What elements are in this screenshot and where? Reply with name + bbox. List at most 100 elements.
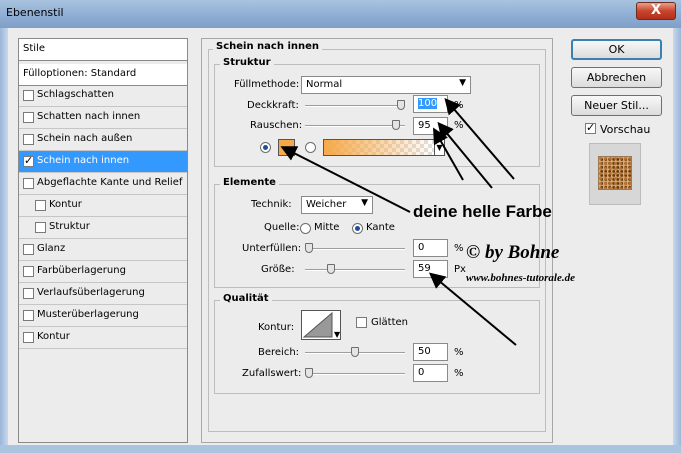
cancel-button[interactable]: Abbrechen bbox=[571, 67, 662, 88]
style-item-checkbox[interactable] bbox=[23, 332, 34, 343]
style-item-label: Struktur bbox=[49, 221, 90, 232]
size-input[interactable]: 59 bbox=[413, 260, 448, 278]
close-button[interactable]: X bbox=[636, 2, 676, 20]
blend-mode-select[interactable]: Normal ▼ bbox=[301, 76, 471, 94]
preview-label: Vorschau bbox=[600, 123, 651, 136]
size-slider-thumb[interactable] bbox=[327, 264, 336, 274]
style-item-checkbox[interactable] bbox=[23, 288, 34, 299]
style-item-checkbox[interactable] bbox=[23, 90, 34, 101]
style-item-checkbox[interactable] bbox=[23, 178, 34, 189]
contour-picker[interactable]: ▼ bbox=[301, 310, 341, 340]
style-item[interactable]: Farbüberlagerung bbox=[19, 261, 187, 283]
style-item-label: Abgeflachte Kante und Relief bbox=[37, 177, 183, 188]
style-item-checkbox[interactable] bbox=[23, 266, 34, 277]
style-item[interactable]: Kontur bbox=[19, 327, 187, 349]
blend-options-item[interactable]: Fülloptionen: Standard bbox=[19, 64, 187, 86]
qualitaet-legend: Qualität bbox=[220, 293, 272, 304]
jitter-slider-thumb[interactable] bbox=[305, 368, 313, 378]
size-slider[interactable] bbox=[305, 269, 405, 271]
antialias-label: Glätten bbox=[371, 317, 408, 328]
styles-header[interactable]: Stile bbox=[19, 39, 187, 61]
chevron-down-icon: ▼ bbox=[459, 78, 466, 88]
jitter-value: 0 bbox=[418, 367, 425, 378]
source-edge-label: Kante bbox=[366, 222, 395, 233]
opacity-slider[interactable] bbox=[305, 105, 405, 107]
style-preview bbox=[589, 143, 641, 205]
noise-slider[interactable] bbox=[305, 125, 405, 127]
contour-curve-icon: ▼ bbox=[302, 311, 341, 339]
source-edge-radio[interactable] bbox=[352, 223, 363, 234]
new-style-button[interactable]: Neuer Stil... bbox=[571, 95, 662, 116]
window-frame-right bbox=[673, 28, 681, 453]
style-item-checkbox[interactable] bbox=[23, 244, 34, 255]
inner-glow-panel: Schein nach innen Struktur Füllmethode: … bbox=[201, 38, 553, 443]
styles-header-label: Stile bbox=[23, 43, 45, 54]
style-item-label: Kontur bbox=[49, 199, 82, 210]
style-item[interactable]: Schein nach innen bbox=[19, 151, 187, 173]
style-item[interactable]: Schatten nach innen bbox=[19, 107, 187, 129]
gradient-dropdown[interactable]: ▼ bbox=[434, 139, 445, 156]
style-item-checkbox[interactable] bbox=[23, 134, 34, 145]
antialias-checkbox[interactable] bbox=[356, 317, 367, 328]
preview-thumbnail bbox=[598, 156, 632, 190]
dialog-body: Stile Fülloptionen: Standard Schlagschat… bbox=[8, 28, 673, 445]
style-item[interactable]: Schlagschatten bbox=[19, 85, 187, 107]
elemente-legend: Elemente bbox=[220, 177, 279, 188]
technique-select[interactable]: Weicher ▼ bbox=[301, 196, 373, 214]
range-unit: % bbox=[454, 347, 464, 358]
style-item[interactable]: Schein nach außen bbox=[19, 129, 187, 151]
range-input[interactable]: 50 bbox=[413, 343, 448, 361]
style-item[interactable]: Abgeflachte Kante und Relief bbox=[19, 173, 187, 195]
source-center-label: Mitte bbox=[314, 222, 340, 233]
gradient-radio[interactable] bbox=[305, 142, 316, 153]
style-item-checkbox[interactable] bbox=[23, 154, 34, 167]
style-item[interactable]: Verlaufsüberlagerung bbox=[19, 283, 187, 305]
solid-color-radio[interactable] bbox=[260, 142, 271, 153]
contour-label: Kontur: bbox=[258, 322, 295, 333]
source-center-radio[interactable] bbox=[300, 223, 311, 234]
size-unit: Px bbox=[454, 264, 466, 275]
svg-text:▼: ▼ bbox=[334, 330, 340, 339]
style-item[interactable]: Struktur bbox=[19, 217, 187, 239]
opacity-input[interactable]: 100 bbox=[413, 95, 448, 113]
style-item-checkbox[interactable] bbox=[23, 112, 34, 123]
style-item-checkbox[interactable] bbox=[23, 310, 34, 321]
style-item-label: Farbüberlagerung bbox=[37, 265, 126, 276]
opacity-value: 100 bbox=[418, 98, 438, 109]
annotation-color-note: deine helle Farbe bbox=[413, 202, 552, 221]
noise-input[interactable]: 95 bbox=[413, 117, 448, 135]
range-value: 50 bbox=[418, 346, 431, 357]
choke-slider-thumb[interactable] bbox=[305, 243, 313, 253]
opacity-unit: % bbox=[454, 100, 464, 111]
opacity-slider-thumb[interactable] bbox=[397, 100, 405, 110]
choke-label: Unterfüllen: bbox=[242, 243, 302, 254]
ok-button[interactable]: OK bbox=[571, 39, 662, 60]
glow-color-swatch[interactable] bbox=[278, 139, 295, 156]
preview-checkbox[interactable] bbox=[585, 121, 596, 134]
styles-list: Stile Fülloptionen: Standard Schlagschat… bbox=[18, 38, 188, 443]
style-item-label: Schein nach innen bbox=[37, 155, 130, 166]
choke-slider[interactable] bbox=[305, 248, 405, 250]
range-label: Bereich: bbox=[258, 347, 300, 358]
jitter-label: Zufallswert: bbox=[242, 368, 302, 379]
window-frame-left bbox=[0, 28, 8, 453]
choke-unit: % bbox=[454, 243, 464, 254]
style-item-label: Kontur bbox=[37, 331, 70, 342]
style-item-checkbox[interactable] bbox=[35, 222, 46, 233]
style-item-label: Schlagschatten bbox=[37, 89, 114, 100]
chevron-down-icon: ▼ bbox=[436, 143, 443, 152]
style-item[interactable]: Musterüberlagerung bbox=[19, 305, 187, 327]
jitter-slider[interactable] bbox=[305, 373, 405, 375]
choke-input[interactable]: 0 bbox=[413, 239, 448, 257]
technique-value: Weicher bbox=[306, 199, 347, 210]
style-item-checkbox[interactable] bbox=[35, 200, 46, 211]
inner-glow-title: Schein nach innen bbox=[213, 41, 323, 52]
range-slider-thumb[interactable] bbox=[351, 347, 359, 357]
window-title: Ebenenstil bbox=[6, 6, 64, 19]
gradient-preview[interactable] bbox=[323, 139, 435, 156]
window-frame-bottom bbox=[0, 445, 681, 453]
style-item[interactable]: Glanz bbox=[19, 239, 187, 261]
style-item[interactable]: Kontur bbox=[19, 195, 187, 217]
technique-label: Technik: bbox=[251, 199, 292, 210]
jitter-input[interactable]: 0 bbox=[413, 364, 448, 382]
